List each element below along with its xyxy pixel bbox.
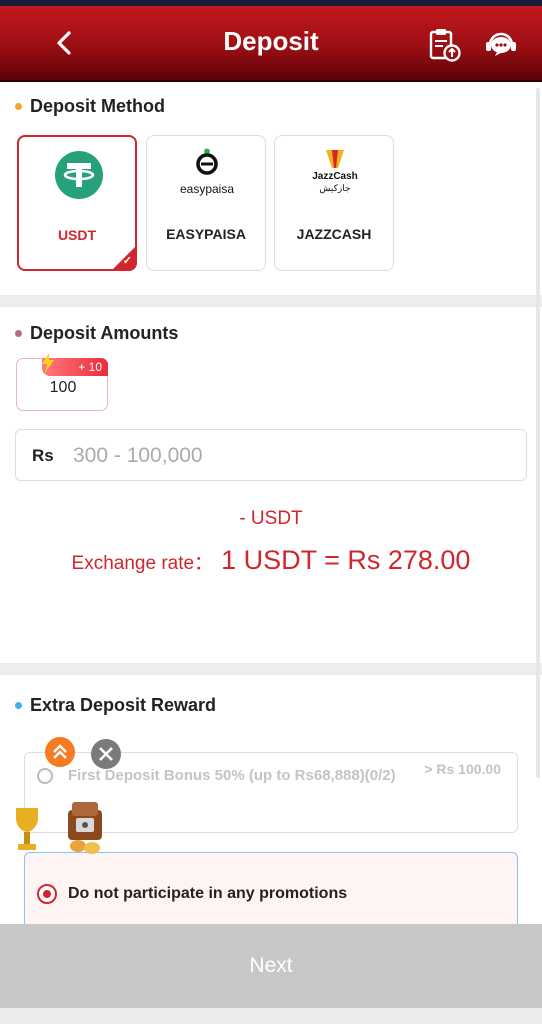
deposit-history-icon[interactable] xyxy=(426,26,462,62)
amount-input[interactable] xyxy=(71,438,505,474)
section-dot xyxy=(15,702,22,709)
double-chevron-up-icon xyxy=(53,744,67,759)
treasure-chest-icon xyxy=(68,802,102,854)
easypaisa-logo-text: easypaisa xyxy=(179,182,235,196)
deposit-method-title: Deposit Method xyxy=(30,96,165,116)
method-jazzcash[interactable]: JazzCash جازکیش JAZZCASH xyxy=(274,135,394,271)
scrollbar[interactable] xyxy=(536,88,540,778)
method-easypaisa[interactable]: easypaisa EASYPAISA xyxy=(146,135,266,271)
extra-reward-title: Extra Deposit Reward xyxy=(30,695,217,715)
promo-label: Do not participate in any promotions xyxy=(68,885,348,902)
radio-selected[interactable] xyxy=(37,884,57,904)
promo-min-amount: > Rs 100.00 xyxy=(424,761,501,777)
method-label: JAZZCASH xyxy=(296,226,372,242)
close-icon xyxy=(99,747,113,761)
amount-input-box[interactable]: Rs xyxy=(15,429,527,481)
jazzcash-logo-icon xyxy=(326,150,344,168)
method-label: USDT xyxy=(57,227,97,243)
lightning-icon xyxy=(42,353,54,373)
check-icon: ✓ xyxy=(122,255,132,267)
expand-promo-button[interactable] xyxy=(45,737,75,767)
exchange-rate: Exchange rate： 1 USDT = Rs 278.00 xyxy=(0,545,542,576)
next-button[interactable]: Next xyxy=(0,924,542,1008)
jazzcash-logo-subtext: جازکیش xyxy=(319,183,351,193)
exchange-rate-value: 1 USDT = Rs 278.00 xyxy=(221,545,471,575)
trophy-icon xyxy=(16,808,38,850)
method-usdt[interactable]: USDT ✓ xyxy=(17,135,137,271)
deposit-amounts-title: Deposit Amounts xyxy=(30,323,179,343)
usdt-equivalent: - USDT xyxy=(239,508,303,529)
app-header: Deposit xyxy=(0,6,542,82)
section-dot xyxy=(15,330,22,337)
promo-label: First Deposit Bonus 50% (up to Rs68,888)… xyxy=(68,767,396,784)
chip-value: 100 xyxy=(49,379,77,396)
promo-option-none[interactable]: Do not participate in any promotions xyxy=(24,852,518,924)
easypaisa-logo-icon xyxy=(196,148,218,175)
radio-unselected[interactable] xyxy=(37,768,53,784)
exchange-rate-label: Exchange rate： xyxy=(71,553,214,574)
method-label: EASYPAISA xyxy=(166,226,246,242)
close-float-button[interactable] xyxy=(91,739,121,769)
bottom-strip xyxy=(0,1008,542,1024)
section-dot xyxy=(15,103,22,110)
amount-chip-100[interactable]: + 10 100 xyxy=(16,353,108,411)
tether-logo-icon xyxy=(55,151,103,199)
jazzcash-logo-text: JazzCash xyxy=(312,171,358,182)
currency-prefix: Rs xyxy=(32,446,54,465)
customer-service-icon[interactable] xyxy=(483,26,519,62)
